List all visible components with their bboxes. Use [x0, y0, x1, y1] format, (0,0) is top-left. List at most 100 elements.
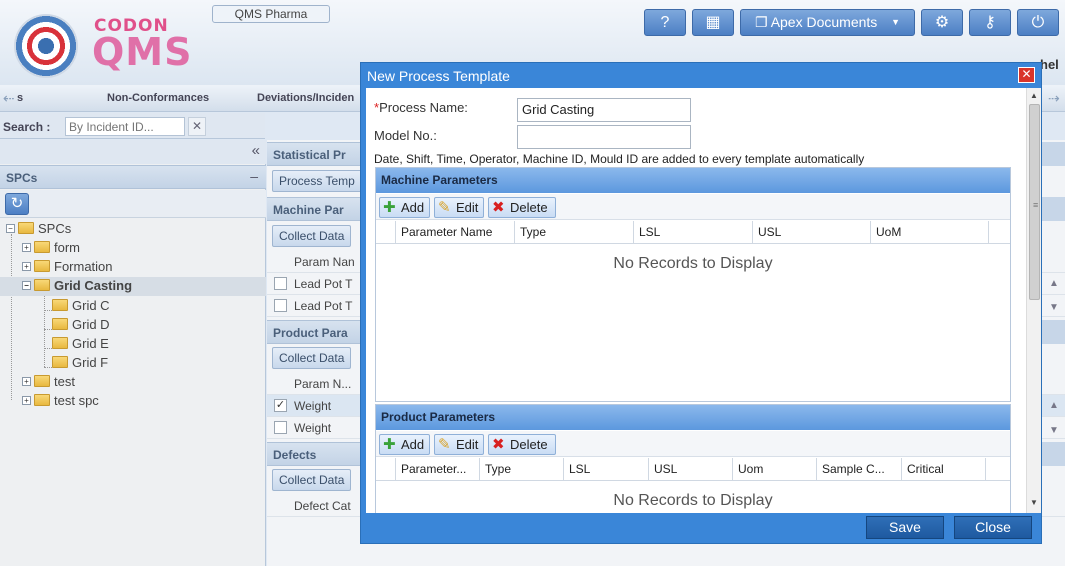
column-type[interactable]: Type: [479, 458, 563, 481]
scroll-down-icon[interactable]: ▼: [1049, 425, 1059, 436]
collect-data-button[interactable]: Collect Data: [272, 225, 352, 247]
nav-left-arrow-icon[interactable]: ⇠: [3, 90, 15, 107]
help-button[interactable]: ?: [644, 9, 686, 36]
tree-connector: [44, 348, 52, 349]
tree-node-label: Grid F: [72, 355, 109, 371]
product-edit-button[interactable]: ✎ Edit: [434, 434, 484, 455]
pencil-icon: ✎: [438, 436, 451, 453]
machine-edit-button[interactable]: ✎ Edit: [434, 197, 484, 218]
product-delete-button[interactable]: ✖ Delete: [488, 434, 556, 455]
column-critical[interactable]: Critical: [901, 458, 985, 481]
product-add-button[interactable]: ✚ Add: [379, 434, 430, 455]
logo-qms-text: QMS: [92, 30, 193, 74]
machine-delete-button[interactable]: ✖ Delete: [488, 197, 556, 218]
nav-item-deviations[interactable]: Deviations/Inciden: [257, 92, 354, 104]
tree-node-grid-d[interactable]: Grid D: [52, 316, 110, 335]
collapse-node-icon[interactable]: −: [22, 281, 31, 291]
scrollbar-thumb[interactable]: ≡: [1029, 104, 1040, 300]
logout-button[interactable]: ⏻: [1017, 9, 1059, 36]
row-checkbox[interactable]: [274, 277, 287, 290]
dialog-scrollbar[interactable]: ▲ ≡ ▼: [1026, 88, 1041, 513]
nav-item-prev[interactable]: s: [17, 92, 23, 104]
column-sample-count[interactable]: Sample C...: [816, 458, 901, 481]
scroll-up-icon[interactable]: ▲: [1049, 278, 1059, 289]
tree-node-grid-c[interactable]: Grid C: [52, 297, 110, 316]
machine-parameters-toolbar: ✚ Add ✎ Edit ✖ Delete: [376, 194, 1010, 220]
tree-node-spcs-root[interactable]: − SPCs: [6, 220, 71, 239]
tree-node-grid-e[interactable]: Grid E: [52, 335, 109, 354]
column-header: Param N...: [294, 377, 352, 391]
search-label: Search :: [3, 120, 51, 134]
gear-icon: ⚙: [934, 14, 950, 31]
collect-data-button[interactable]: Collect Data: [272, 469, 352, 491]
column-parameter[interactable]: Parameter...: [395, 458, 479, 481]
collect-data-button[interactable]: Collect Data: [272, 347, 352, 369]
grip-icon: ≡: [1033, 200, 1039, 210]
tree-node-test-spc[interactable]: + test spc: [22, 392, 99, 411]
apex-documents-dropdown[interactable]: ❐ Apex Documents ▼: [740, 9, 915, 36]
column-lsl[interactable]: LSL: [633, 221, 752, 244]
scroll-up-icon[interactable]: ▲: [1049, 400, 1059, 411]
row-checkbox[interactable]: [274, 421, 287, 434]
tree-node-formation[interactable]: + Formation: [22, 258, 113, 277]
product-empty-message: No Records to Display: [613, 492, 773, 509]
save-button[interactable]: Save: [866, 516, 944, 539]
scroll-down-icon[interactable]: ▼: [1049, 302, 1059, 313]
column-parameter-name[interactable]: Parameter Name: [395, 221, 514, 244]
section-title: Product Para: [273, 326, 348, 340]
machine-parameters-section: Machine Parameters ✚ Add ✎ Edit ✖ Delete Pa…: [375, 167, 1011, 402]
process-name-input[interactable]: Grid Casting: [517, 98, 691, 122]
tree-node-grid-casting[interactable]: − Grid Casting: [0, 277, 266, 296]
folder-icon: [52, 298, 68, 311]
minimize-icon[interactable]: –: [250, 168, 258, 184]
tree-node-grid-f[interactable]: Grid F: [52, 354, 108, 373]
right-edge-strip: [1040, 320, 1065, 344]
column-usl[interactable]: USL: [648, 458, 732, 481]
row-checkbox[interactable]: [274, 299, 287, 312]
row-text: Weight: [294, 421, 332, 435]
tree-node-form[interactable]: + form: [22, 239, 80, 258]
collapse-node-icon[interactable]: −: [6, 224, 15, 234]
collapse-panel-icon[interactable]: «: [252, 142, 260, 159]
refresh-button[interactable]: ↻: [5, 193, 29, 215]
calendar-button[interactable]: ▦: [692, 9, 734, 36]
dialog-close-icon[interactable]: ✕: [1018, 67, 1035, 83]
scroll-up-icon[interactable]: ▲: [1030, 91, 1038, 100]
new-process-template-dialog: New Process Template ✕ *Process Name: Gr…: [360, 62, 1042, 544]
column-usl[interactable]: USL: [752, 221, 870, 244]
delete-label: Delete: [510, 437, 548, 452]
column-spacer: [988, 221, 1010, 244]
column-type[interactable]: Type: [514, 221, 633, 244]
column-uom[interactable]: Uom: [732, 458, 816, 481]
tree-node-label: Grid C: [72, 298, 110, 314]
settings-button[interactable]: ⚙: [921, 9, 963, 36]
search-input[interactable]: [65, 117, 185, 136]
scroll-down-icon[interactable]: ▼: [1030, 498, 1038, 507]
tree-node-test[interactable]: + test: [22, 373, 75, 392]
dialog-title: New Process Template: [367, 68, 510, 84]
key-button[interactable]: ⚷: [969, 9, 1011, 36]
model-no-input[interactable]: [517, 125, 691, 149]
column-uom[interactable]: UoM: [870, 221, 988, 244]
folder-icon: [52, 355, 68, 368]
column-lsl[interactable]: LSL: [563, 458, 648, 481]
nav-right-arrow-icon[interactable]: ⇢: [1048, 90, 1060, 107]
dialog-body: *Process Name: Grid Casting Model No.: D…: [366, 88, 1041, 513]
row-checkbox-checked[interactable]: ✓: [274, 399, 287, 412]
nav-item-non-conformances[interactable]: Non-Conformances: [107, 92, 209, 104]
expand-node-icon[interactable]: +: [22, 243, 31, 253]
tree-connector: [11, 234, 12, 400]
clear-search-button[interactable]: ✕: [188, 117, 206, 136]
tenant-selector[interactable]: QMS Pharma: [212, 5, 330, 23]
expand-node-icon[interactable]: +: [22, 377, 31, 387]
section-title: Machine Par: [273, 203, 344, 217]
machine-grid-header: Parameter Name Type LSL USL UoM: [376, 221, 1010, 244]
expand-node-icon[interactable]: +: [22, 262, 31, 272]
process-template-button[interactable]: Process Temp: [272, 170, 362, 192]
machine-parameters-title: Machine Parameters: [376, 168, 1010, 193]
close-button[interactable]: Close: [954, 516, 1032, 539]
expand-node-icon[interactable]: +: [22, 396, 31, 406]
tree-node-label: SPCs: [38, 221, 72, 237]
machine-add-button[interactable]: ✚ Add: [379, 197, 430, 218]
spc-left-panel: « SPCs – ↻ − SPCs + form + Formation − Grid …: [0, 140, 266, 566]
